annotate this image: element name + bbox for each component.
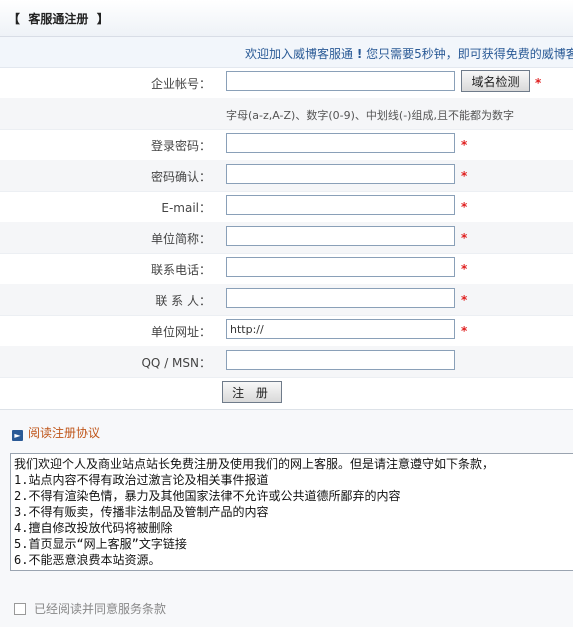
row-password-confirm: 密码确认： *: [0, 160, 573, 192]
password-label: 登录密码：: [150, 139, 211, 153]
agreement-panel: ► 阅读注册协议 我们欢迎个人及商业站点站长免费注册及使用我们的网上客服。但是请注…: [0, 409, 573, 627]
required-mark: *: [461, 138, 468, 152]
required-mark: *: [461, 200, 468, 214]
password-input[interactable]: [226, 133, 455, 153]
domain-check-button[interactable]: 域名检测: [461, 70, 530, 92]
arrow-right-icon: ►: [12, 430, 23, 441]
page-header: 【 客服通注册 】: [0, 0, 573, 37]
required-mark: *: [461, 262, 468, 276]
required-mark: *: [461, 324, 468, 338]
page-title: 【 客服通注册 】: [8, 12, 109, 26]
agreement-line: 2.不得有渲染色情，暴力及其他国家法律不允许或公共道德所鄙弃的内容: [14, 489, 401, 503]
welcome-text: 欢迎加入威博客服通 ! 您只需要5秒钟，即可获得免费的威博客服通: [245, 45, 573, 62]
row-email: E-mail： *: [0, 191, 573, 223]
row-website: 单位网址： *: [0, 315, 573, 347]
password-confirm-input[interactable]: [226, 164, 455, 184]
agreement-title: ► 阅读注册协议: [12, 424, 100, 441]
agreement-line: 5.首页显示“网上客服”文字链接: [14, 537, 187, 551]
company-label: 单位简称：: [150, 232, 211, 246]
row-phone: 联系电话： *: [0, 253, 573, 285]
welcome-text-b: 您只需要5秒钟，即可获得免费的威博客服通: [366, 47, 573, 61]
website-input[interactable]: [226, 319, 455, 339]
agreement-line: 1.站点内容不得有政治过激言论及相关事件报道: [14, 473, 269, 487]
agreement-line: 3.不得有贩卖，传播非法制品及管制产品的内容: [14, 505, 269, 519]
agreement-line: 4.擅自修改投放代码将被删除: [14, 521, 173, 535]
contact-input[interactable]: [226, 288, 455, 308]
row-hint: 字母(a-z,A-Z)、数字(0-9)、中划线(-)组成,且不能都为数字: [0, 98, 573, 130]
required-mark: *: [461, 231, 468, 245]
agreement-line: 6.不能恶意浪费本站资源。: [14, 553, 161, 567]
welcome-text-a: 欢迎加入威博客服通: [245, 47, 354, 61]
contact-label: 联 系 人：: [155, 294, 211, 308]
qq-label: QQ / MSN：: [141, 356, 211, 370]
password-confirm-label: 密码确认：: [150, 170, 211, 184]
agree-label: 已经阅读并同意服务条款: [34, 602, 167, 616]
register-button[interactable]: 注 册: [222, 381, 282, 403]
account-hint: 字母(a-z,A-Z)、数字(0-9)、中划线(-)组成,且不能都为数字: [226, 109, 514, 122]
row-qq: QQ / MSN：: [0, 346, 573, 378]
row-account: 企业帐号： 域名检测 *: [0, 67, 573, 99]
row-contact: 联 系 人： *: [0, 284, 573, 316]
email-label: E-mail：: [161, 201, 211, 215]
agreement-line: 我们欢迎个人及商业站点站长免费注册及使用我们的网上客服。但是请注意遵守如下条款，: [14, 457, 495, 471]
row-company: 单位简称： *: [0, 222, 573, 254]
required-mark: *: [461, 293, 468, 307]
account-label: 企业帐号：: [150, 77, 211, 91]
phone-label: 联系电话：: [150, 263, 211, 277]
phone-input[interactable]: [226, 257, 455, 277]
required-mark: *: [535, 76, 542, 90]
email-input[interactable]: [226, 195, 455, 215]
qq-input[interactable]: [226, 350, 455, 370]
company-input[interactable]: [226, 226, 455, 246]
website-label: 单位网址：: [150, 325, 211, 339]
agreement-title-text: 阅读注册协议: [28, 426, 101, 440]
row-password: 登录密码： *: [0, 129, 573, 161]
agree-terms-row: 已经阅读并同意服务条款: [14, 600, 166, 617]
account-input[interactable]: [226, 71, 455, 91]
welcome-banner: 欢迎加入威博客服通 ! 您只需要5秒钟，即可获得免费的威博客服通: [0, 37, 573, 68]
agree-checkbox[interactable]: [14, 603, 26, 615]
agreement-textarea[interactable]: 我们欢迎个人及商业站点站长免费注册及使用我们的网上客服。但是请注意遵守如下条款，…: [10, 453, 573, 571]
required-mark: *: [461, 169, 468, 183]
